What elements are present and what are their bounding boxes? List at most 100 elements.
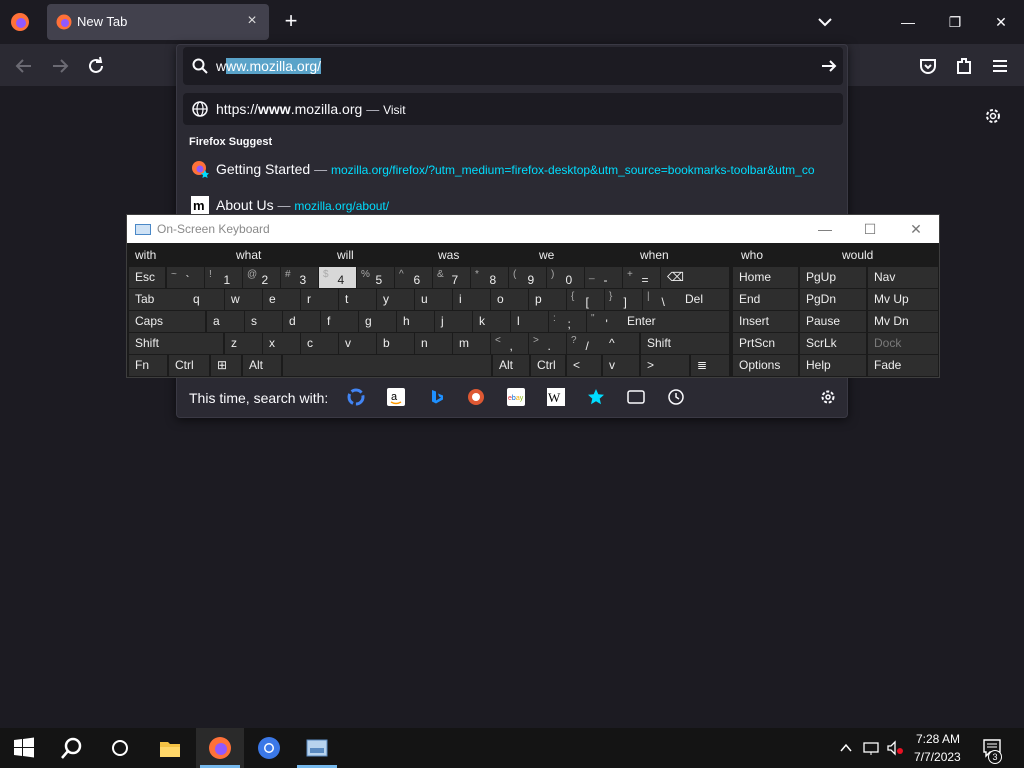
key-pgdn[interactable]: PgDn (800, 289, 866, 310)
key-sym3-1[interactable]: " ' (587, 311, 624, 332)
key-shift-left[interactable]: Shift (129, 333, 223, 354)
key-p[interactable]: p (529, 289, 566, 310)
clock-time[interactable]: 7:28 AM (916, 732, 960, 746)
start-windows-icon[interactable] (12, 736, 36, 760)
key-u[interactable]: u (415, 289, 452, 310)
chevron-up-icon[interactable] (838, 740, 854, 756)
key-5[interactable]: % 5 (357, 267, 394, 288)
key-help[interactable]: Help (800, 355, 866, 376)
key-m[interactable]: m (453, 333, 490, 354)
prediction-would[interactable]: would (836, 245, 935, 265)
key-w[interactable]: w (225, 289, 262, 310)
gear-icon[interactable] (819, 388, 837, 406)
key-sym-0[interactable]: {[ (567, 289, 604, 310)
key-l[interactable]: l (511, 311, 548, 332)
key-tab[interactable]: Tab (129, 289, 187, 310)
menu-icon[interactable] (988, 54, 1012, 78)
task-view-icon[interactable] (108, 736, 132, 760)
key-sym4-1[interactable]: >. (529, 333, 566, 354)
key-8[interactable]: * 8 (471, 267, 508, 288)
key-o[interactable]: o (491, 289, 528, 310)
key-end[interactable]: End (733, 289, 798, 310)
extensions-icon[interactable] (952, 54, 976, 78)
forward-icon[interactable] (48, 54, 72, 78)
key-context-menu[interactable]: ≣ (691, 355, 729, 376)
key-dock[interactable]: Dock (868, 333, 938, 354)
key-q[interactable]: q (187, 289, 224, 310)
wikipedia-icon[interactable]: W (547, 388, 565, 406)
key-c[interactable]: c (301, 333, 338, 354)
bing-icon[interactable] (427, 388, 445, 406)
key-pause[interactable]: Pause (800, 311, 866, 332)
key-fn[interactable]: Fn (129, 355, 167, 376)
minimize-button[interactable]: — (896, 10, 920, 34)
duckduckgo-icon[interactable] (467, 388, 485, 406)
urlbar[interactable]: www.mozilla.org/ (183, 47, 843, 85)
key-s[interactable]: s (245, 311, 282, 332)
prediction-was[interactable]: was (432, 245, 531, 265)
back-icon[interactable] (12, 54, 36, 78)
key-left-arrow[interactable]: < (567, 355, 601, 376)
restore-button[interactable]: ❐ (943, 10, 967, 34)
key-nav[interactable]: Nav (868, 267, 938, 288)
pocket-icon[interactable] (916, 54, 940, 78)
key-t[interactable]: t (339, 289, 376, 310)
key-mvup[interactable]: Mv Up (868, 289, 938, 310)
key--[interactable]: _ - (585, 267, 622, 288)
history-icon[interactable] (667, 388, 685, 406)
key-h[interactable]: h (397, 311, 434, 332)
prediction-when[interactable]: when (634, 245, 733, 265)
osk-close-button[interactable]: ✕ (906, 219, 926, 239)
key-r[interactable]: r (301, 289, 338, 310)
key-v[interactable]: v (339, 333, 376, 354)
key-g[interactable]: g (359, 311, 396, 332)
go-arrow-icon[interactable] (819, 56, 839, 76)
prediction-will[interactable]: will (331, 245, 430, 265)
key-z[interactable]: z (225, 333, 262, 354)
gear-icon[interactable] (983, 106, 1003, 126)
key-9[interactable]: (9 (509, 267, 546, 288)
key-right-arrow[interactable]: > (641, 355, 689, 376)
key-options[interactable]: Options (733, 355, 798, 376)
firefox-view-icon[interactable] (10, 12, 30, 32)
key-ctrl-left[interactable]: Ctrl (169, 355, 209, 376)
prediction-who[interactable]: who (735, 245, 834, 265)
key-prtscn[interactable]: PrtScn (733, 333, 798, 354)
key-shift-right[interactable]: Shift (641, 333, 729, 354)
key-esc[interactable]: Esc (129, 267, 165, 288)
key-y[interactable]: y (377, 289, 414, 310)
close-tab-icon[interactable]: × (243, 12, 261, 30)
key-x[interactable]: x (263, 333, 300, 354)
key-sym4-2[interactable]: ? / (567, 333, 604, 354)
key-6[interactable]: ^ 6 (395, 267, 432, 288)
chrome-icon[interactable] (257, 736, 281, 760)
key-7[interactable]: & 7 (433, 267, 470, 288)
key-enter[interactable]: Enter (621, 311, 729, 332)
on-screen-keyboard-icon[interactable] (305, 736, 329, 760)
key-caps[interactable]: Caps (129, 311, 205, 332)
key-e[interactable]: e (263, 289, 300, 310)
osk-minimize-button[interactable]: — (815, 219, 835, 239)
key-4[interactable]: $4 (319, 267, 356, 288)
tab-new-tab[interactable]: New Tab × (47, 4, 269, 40)
key-home[interactable]: Home (733, 267, 798, 288)
tabs-icon[interactable] (627, 388, 645, 406)
key-0[interactable]: ) 0 (547, 267, 584, 288)
key-space[interactable] (283, 355, 491, 376)
key-1[interactable]: ! 1 (205, 267, 242, 288)
chevron-down-icon[interactable] (814, 12, 836, 32)
key-=[interactable]: + = (623, 267, 660, 288)
key-up-arrow[interactable]: ^ (603, 333, 639, 354)
key-d[interactable]: d (283, 311, 320, 332)
file-explorer-icon[interactable] (158, 736, 182, 760)
visit-suggestion[interactable]: https://www.mozilla.org — Visit (183, 93, 843, 125)
key-sym-2[interactable]: | \ (643, 289, 680, 310)
key-k[interactable]: k (473, 311, 510, 332)
key-sym3-0[interactable]: :; (549, 311, 586, 332)
key-scrlk[interactable]: ScrLk (800, 333, 866, 354)
osk-maximize-button[interactable]: ☐ (860, 219, 880, 239)
key-ctrl-right[interactable]: Ctrl (531, 355, 565, 376)
key-j[interactable]: j (435, 311, 472, 332)
key-fade[interactable]: Fade (868, 355, 938, 376)
urlbar-input[interactable]: www.mozilla.org/ (216, 58, 322, 74)
